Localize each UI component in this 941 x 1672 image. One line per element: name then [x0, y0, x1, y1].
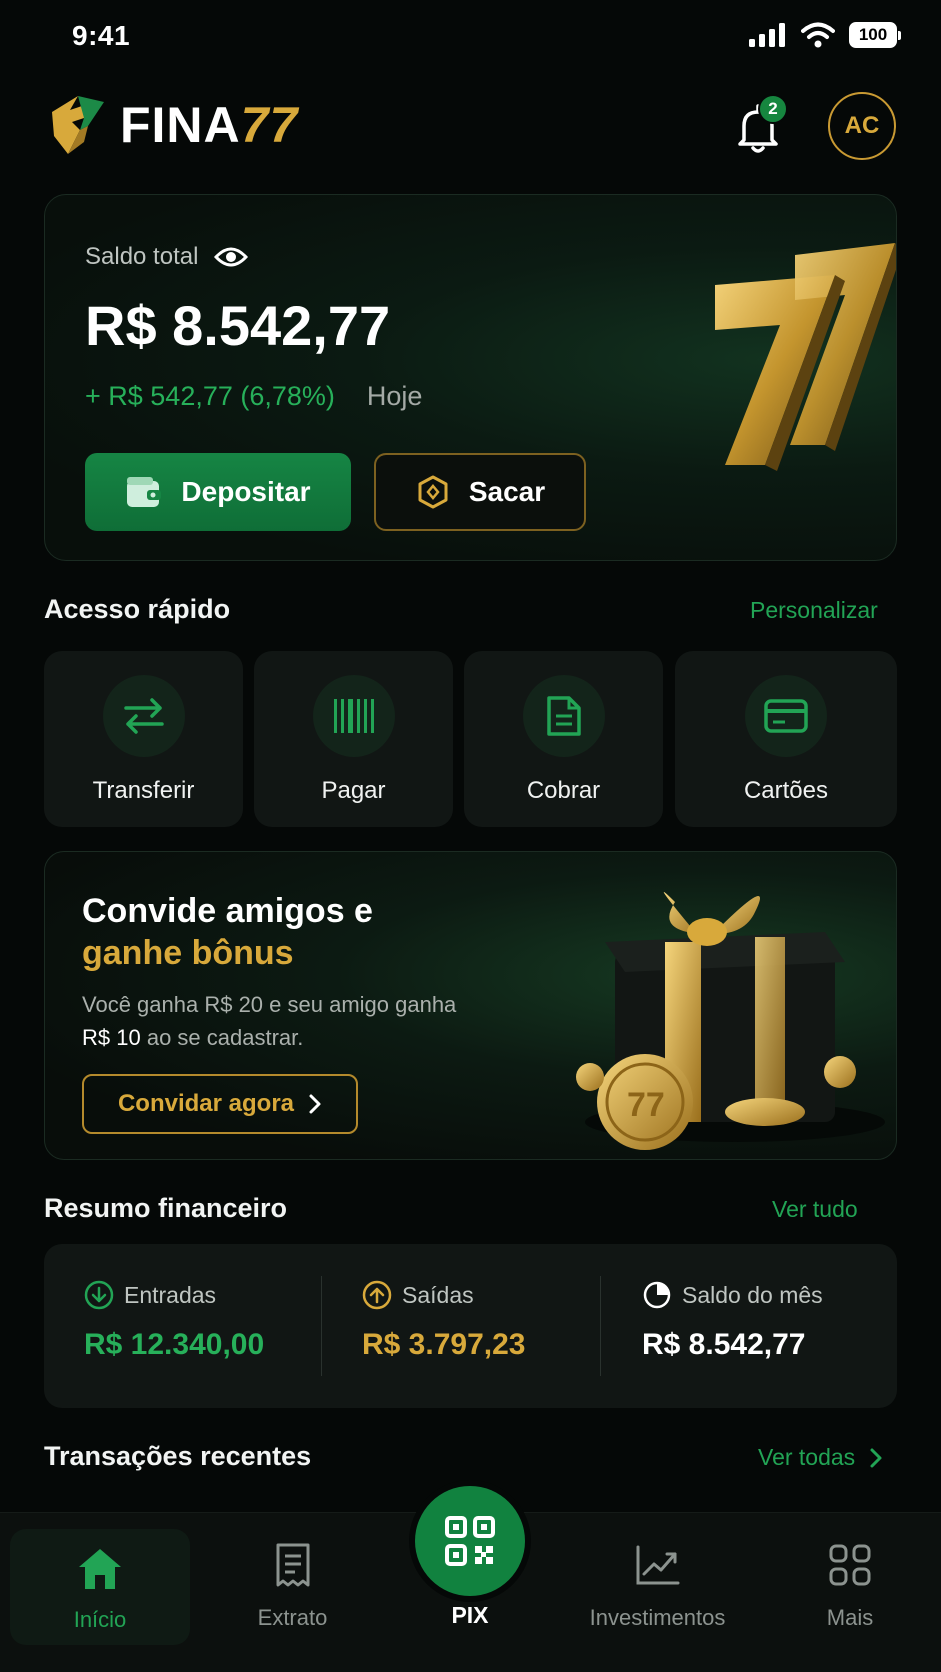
summary-title: Resumo financeiro [44, 1193, 288, 1223]
wifi-icon [801, 22, 835, 48]
brand-name-accent: 77 [240, 97, 299, 153]
withdraw-label: Sacar [468, 476, 546, 507]
arrow-up-circle-icon [362, 1280, 392, 1310]
see-all-transactions-link[interactable]: Ver todas [758, 1444, 883, 1471]
battery-indicator: 100 [849, 22, 901, 48]
invite-description: Você ganha R$ 20 e seu amigo ganha R$ 10… [82, 988, 482, 1054]
month-balance-value: R$ 8.542,77 [642, 1328, 806, 1361]
quick-access-title: Acesso rápido [44, 594, 231, 624]
balance-card: Saldo total R$ 8.542,77 + R$ 542,77 (6,7… [44, 194, 897, 561]
invite-desc-part2: ao se cadastrar. [140, 1025, 304, 1050]
home-icon [79, 1549, 121, 1589]
nav-pix-button[interactable] [415, 1486, 525, 1596]
invite-desc-bonus: R$ 10 [82, 1025, 141, 1050]
nav-statement[interactable]: Extrato [200, 1513, 385, 1672]
transfer-icon [102, 675, 185, 757]
summary-income: Entradas R$ 12.340,00 [84, 1244, 264, 1408]
quick-action-charge[interactable]: Cobrar [464, 651, 663, 827]
status-time: 9:41 [72, 20, 131, 51]
quick-action-label: Pagar [321, 777, 386, 804]
pie-chart-icon [643, 1281, 671, 1309]
card-icon [745, 675, 827, 757]
summary-card: Entradas R$ 12.340,00 Saídas R$ 3.797,23… [44, 1244, 897, 1408]
invite-title: Convide amigos e ganhe bônus [82, 890, 373, 974]
summary-expenses: Saídas R$ 3.797,23 [362, 1244, 525, 1408]
invite-button-label: Convidar agora [117, 1090, 295, 1117]
notifications-button[interactable]: 2 [730, 94, 788, 156]
eye-icon[interactable] [214, 245, 249, 269]
nav-pix-label: PIX [451, 1602, 489, 1628]
invite-desc-part1: Você ganha R$ 20 e seu amigo ganha [82, 992, 457, 1017]
balance-label: Saldo total [85, 243, 199, 270]
quick-action-label: Cartões [743, 777, 829, 804]
wallet-icon [127, 477, 162, 507]
brand-logo: FINA77 [44, 92, 298, 158]
barcode-icon [312, 675, 395, 757]
invite-button[interactable]: Convidar agora [82, 1074, 358, 1134]
summary-divider [600, 1276, 601, 1376]
balance-period: Hoje [366, 381, 423, 411]
notification-badge: 2 [758, 94, 788, 124]
svg-text:77: 77 [627, 1086, 665, 1124]
brand-name: FINA77 [120, 96, 298, 154]
brand-name-main: FINA [120, 97, 241, 153]
nav-investments[interactable]: Investimentos [560, 1513, 755, 1672]
summary-month-balance: Saldo do mês R$ 8.542,77 [642, 1244, 823, 1408]
balance-value: R$ 8.542,77 [85, 294, 391, 357]
expense-label: Saídas [402, 1281, 474, 1308]
avatar[interactable]: AC [828, 92, 896, 160]
balance-change-row: + R$ 542,77 (6,78%) Hoje [85, 381, 422, 412]
nav-more-label: Mais [826, 1605, 874, 1630]
month-balance-label: Saldo do mês [682, 1281, 823, 1308]
nav-home[interactable]: Início [10, 1529, 190, 1645]
nav-statement-label: Extrato [257, 1605, 328, 1630]
transactions-title: Transações recentes [44, 1441, 312, 1471]
logo-mark-icon [52, 96, 104, 154]
chart-line-icon [636, 1545, 679, 1585]
grid-icon [829, 1544, 871, 1586]
chevron-right-icon [309, 1094, 321, 1114]
summary-divider [321, 1276, 322, 1376]
see-all-summary-link[interactable]: Ver tudo [772, 1196, 858, 1223]
gift-illustration: 77 [576, 892, 885, 1150]
income-label: Entradas [124, 1281, 217, 1308]
arrow-down-circle-icon [84, 1280, 114, 1310]
status-icons: 100 [749, 22, 901, 48]
hero-77-illustration [715, 243, 896, 471]
quick-action-pay[interactable]: Pagar [254, 651, 453, 827]
receipt-icon [276, 1543, 309, 1587]
quick-action-cards[interactable]: Cartões [675, 651, 897, 827]
chevron-right-icon [870, 1448, 882, 1467]
withdraw-button[interactable]: Sacar [374, 453, 586, 531]
see-all-transactions-label: Ver todas [758, 1444, 856, 1470]
qr-code-icon [445, 1516, 495, 1566]
nav-more[interactable]: Mais [775, 1513, 925, 1672]
quick-action-transfer[interactable]: Transferir [44, 651, 243, 827]
customize-link[interactable]: Personalizar [750, 597, 878, 624]
quick-action-label: Transferir [92, 777, 195, 804]
balance-change: + R$ 542,77 (6,78%) [85, 381, 335, 411]
balance-label-row: Saldo total [85, 243, 249, 271]
withdraw-icon [418, 475, 448, 509]
nav-home-label: Início [73, 1607, 127, 1632]
invite-title-line2: ganhe bônus [82, 934, 294, 972]
document-icon [522, 675, 605, 757]
quick-action-label: Cobrar [526, 777, 601, 804]
deposit-button[interactable]: Depositar [85, 453, 351, 531]
invite-title-line1: Convide amigos e [82, 892, 373, 930]
invite-card: Convide amigos e ganhe bônus Você ganha … [44, 851, 897, 1160]
deposit-label: Depositar [181, 476, 311, 507]
nav-investments-label: Investimentos [589, 1605, 726, 1630]
income-value: R$ 12.340,00 [84, 1328, 265, 1361]
expense-value: R$ 3.797,23 [362, 1328, 526, 1361]
signal-icon [749, 23, 785, 47]
